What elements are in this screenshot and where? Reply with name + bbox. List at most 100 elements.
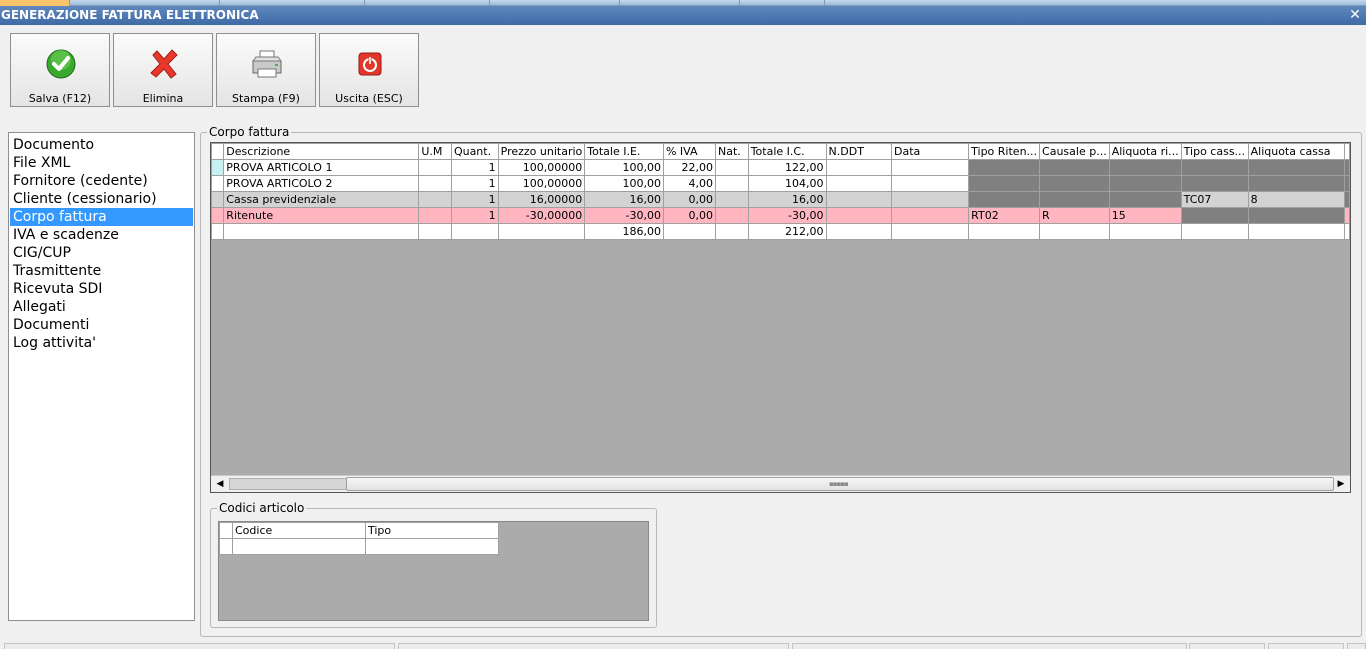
cell-iva[interactable]: 0,00: [662, 191, 717, 208]
column-header[interactable]: % IVA: [662, 143, 717, 160]
total-empty-cell[interactable]: [497, 223, 586, 240]
cell-desc[interactable]: Cassa previdenziale: [223, 191, 420, 208]
close-icon[interactable]: ✕: [1348, 6, 1362, 25]
cell-aliq-rit[interactable]: [1108, 159, 1182, 176]
type-cell[interactable]: [365, 538, 499, 555]
column-header[interactable]: Totale I.C.: [747, 143, 827, 160]
nav-item-allegati[interactable]: Allegati: [10, 298, 193, 316]
total-empty-cell[interactable]: [418, 223, 452, 240]
total-tot-ie[interactable]: 186,00: [584, 223, 664, 240]
cell-iva[interactable]: 22,00: [662, 159, 717, 176]
cell-price[interactable]: 100,00000: [497, 175, 586, 192]
nav-item-cliente-cessionario[interactable]: Cliente (cessionario): [10, 190, 193, 208]
row-indicator[interactable]: [211, 191, 225, 208]
cell-nat[interactable]: [715, 191, 749, 208]
cell-tipo-cassa[interactable]: [1180, 175, 1249, 192]
cell-price[interactable]: 100,00000: [497, 159, 586, 176]
column-header[interactable]: Nat.: [715, 143, 749, 160]
row-indicator[interactable]: [211, 159, 225, 176]
table-row[interactable]: PROVA ARTICOLO 2 1 100,00000 100,00 4,00 104,…: [211, 175, 1350, 192]
column-header[interactable]: Data: [890, 143, 970, 160]
horizontal-scrollbar[interactable]: ◀ ▪▪▪▪▪ ▶: [211, 475, 1350, 492]
cell-nat[interactable]: [715, 159, 749, 176]
cell-causale[interactable]: [1039, 191, 1110, 208]
table-row[interactable]: Cassa previdenziale 1 16,00000 16,00 0,00 16,…: [211, 191, 1350, 208]
column-header[interactable]: Causale p...: [1039, 143, 1110, 160]
cell-aliq-cassa[interactable]: [1247, 159, 1346, 176]
total-tot-ic[interactable]: 212,00: [747, 223, 827, 240]
cell-aliq-rit[interactable]: 15: [1108, 207, 1182, 224]
cell-desc[interactable]: Ritenute: [223, 207, 420, 224]
item-codes-new-row[interactable]: [219, 538, 499, 555]
column-header[interactable]: Totale I.E.: [584, 143, 664, 160]
cell-data[interactable]: [890, 175, 970, 192]
scroll-right-icon[interactable]: ▶: [1333, 476, 1349, 492]
total-empty-cell[interactable]: [825, 223, 892, 240]
nav-item-file-xml[interactable]: File XML: [10, 154, 193, 172]
total-empty-cell[interactable]: [1039, 223, 1110, 240]
cell-tot-ic[interactable]: 16,00: [747, 191, 827, 208]
cell-iva[interactable]: 0,00: [662, 207, 717, 224]
cell-tot-ie[interactable]: 100,00: [584, 159, 664, 176]
nav-item-ricevuta-sdi[interactable]: Ricevuta SDI: [10, 280, 193, 298]
nav-item-trasmittente[interactable]: Trasmittente: [10, 262, 193, 280]
cell-nat[interactable]: [715, 175, 749, 192]
cell-tipo-cassa[interactable]: TC07: [1180, 191, 1249, 208]
row-indicator[interactable]: [211, 223, 225, 240]
column-header[interactable]: Quant.: [450, 143, 499, 160]
delete-button[interactable]: Elimina: [113, 33, 213, 107]
cell-iva[interactable]: 4,00: [662, 175, 717, 192]
cell-desc[interactable]: PROVA ARTICOLO 2: [223, 175, 420, 192]
column-header[interactable]: Descrizione: [223, 143, 420, 160]
invoice-lines-grid[interactable]: Descrizione U.M Quant. Prezzo unitario Total…: [210, 142, 1351, 493]
cell-nat[interactable]: [715, 207, 749, 224]
cell-aliq-cassa[interactable]: 8: [1247, 191, 1346, 208]
row-indicator[interactable]: [219, 538, 233, 555]
cell-data[interactable]: [890, 191, 970, 208]
column-header[interactable]: Tipo cass...: [1180, 143, 1249, 160]
cell-tipo-cassa[interactable]: [1180, 159, 1249, 176]
save-button[interactable]: Salva (F12): [10, 33, 110, 107]
nav-item-log-attivita[interactable]: Log attivita': [10, 334, 193, 352]
cell-tot-ie[interactable]: 16,00: [584, 191, 664, 208]
cell-ddt[interactable]: [825, 191, 892, 208]
total-empty-cell[interactable]: [1180, 223, 1249, 240]
cell-um[interactable]: [418, 159, 452, 176]
table-row[interactable]: Ritenute 1 -30,00000 -30,00 0,00 -30,00 RT02 R 1…: [211, 207, 1350, 224]
cell-ddt[interactable]: [825, 175, 892, 192]
cell-um[interactable]: [418, 207, 452, 224]
print-button[interactable]: Stampa (F9): [216, 33, 316, 107]
cell-qty[interactable]: 1: [450, 207, 499, 224]
cell-qty[interactable]: 1: [450, 159, 499, 176]
total-empty-cell[interactable]: [662, 223, 717, 240]
cell-um[interactable]: [418, 191, 452, 208]
cell-price[interactable]: -30,00000: [497, 207, 586, 224]
column-header[interactable]: Tipo Riten...: [968, 143, 1041, 160]
cell-desc[interactable]: PROVA ARTICOLO 1: [223, 159, 420, 176]
cell-tipo-cassa[interactable]: [1180, 207, 1249, 224]
cell-aliq-cassa[interactable]: [1247, 175, 1346, 192]
cell-tipo-rit[interactable]: [968, 175, 1041, 192]
column-header[interactable]: Prezzo unitario: [497, 143, 586, 160]
scroll-left-icon[interactable]: ◀: [212, 476, 228, 492]
scroll-thumb[interactable]: ▪▪▪▪▪: [346, 477, 1334, 491]
cell-tot-ie[interactable]: 100,00: [584, 175, 664, 192]
cell-aliq-rit[interactable]: [1108, 191, 1182, 208]
column-header[interactable]: N.DDT: [825, 143, 892, 160]
cell-causale[interactable]: R: [1039, 207, 1110, 224]
total-empty-cell[interactable]: [890, 223, 970, 240]
nav-item-iva-e-scadenze[interactable]: IVA e scadenze: [10, 226, 193, 244]
nav-item-fornitore-cedente[interactable]: Fornitore (cedente): [10, 172, 193, 190]
exit-button[interactable]: Uscita (ESC): [319, 33, 419, 107]
cell-tot-ic[interactable]: 122,00: [747, 159, 827, 176]
cell-tot-ic[interactable]: 104,00: [747, 175, 827, 192]
code-cell[interactable]: [232, 538, 366, 555]
nav-item-documenti[interactable]: Documenti: [10, 316, 193, 334]
row-indicator[interactable]: [211, 207, 225, 224]
cell-price[interactable]: 16,00000: [497, 191, 586, 208]
cell-tipo-rit[interactable]: RT02: [968, 207, 1041, 224]
total-empty-cell[interactable]: [715, 223, 749, 240]
cell-ddt[interactable]: [825, 159, 892, 176]
nav-item-cig-cup[interactable]: CIG/CUP: [10, 244, 193, 262]
nav-item-documento[interactable]: Documento: [10, 136, 193, 154]
